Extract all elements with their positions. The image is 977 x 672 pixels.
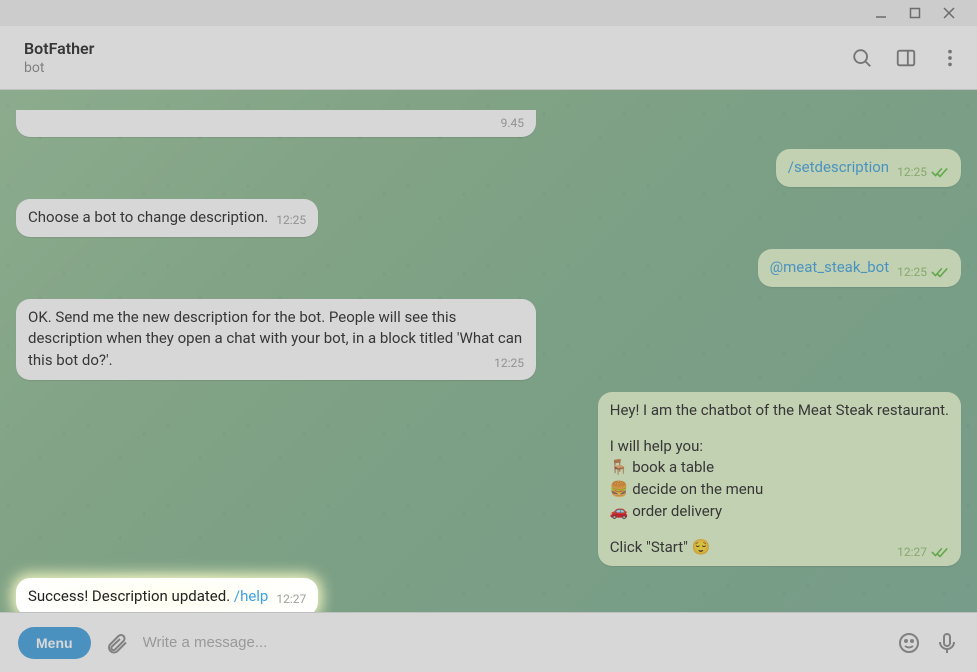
message-time: 12:25: [897, 265, 927, 279]
emoji-icon[interactable]: [897, 631, 921, 655]
message-time: 12:25: [494, 355, 524, 372]
message-bubble[interactable]: Success! Description updated. /help 12:2…: [16, 578, 318, 612]
mention-link[interactable]: @meat_steak_bot: [770, 258, 889, 276]
message-bubble[interactable]: @meat_steak_bot 12:25: [758, 249, 961, 287]
read-ticks-icon: [931, 265, 949, 279]
message-line: I will help you:: [610, 436, 949, 458]
message-input[interactable]: [143, 634, 883, 651]
chat-area[interactable]: 9.45 /setdescription 12:25 Choose a bot …: [0, 90, 977, 612]
read-ticks-icon: [931, 545, 949, 559]
chat-subtitle: bot: [24, 60, 851, 76]
input-bar: Menu: [0, 612, 977, 672]
message-partial: 9.45: [16, 110, 961, 137]
window-controls: [0, 0, 977, 26]
message-bubble[interactable]: Choose a bot to change description. 12:2…: [16, 199, 318, 237]
message-text: Success! Description updated.: [28, 587, 234, 605]
attach-icon[interactable]: [105, 631, 129, 655]
message-line: Hey! I am the chatbot of the Meat Steak …: [610, 400, 949, 422]
close-icon[interactable]: [943, 7, 955, 19]
menu-button[interactable]: Menu: [18, 627, 91, 659]
minimize-icon[interactable]: [875, 7, 887, 19]
read-ticks-icon: [931, 165, 949, 179]
message-time: 9.45: [501, 115, 524, 132]
message-row-highlighted: Success! Description updated. /help 12:2…: [16, 578, 961, 612]
more-icon[interactable]: [939, 47, 961, 69]
message-text: Choose a bot to change description.: [28, 208, 268, 226]
message-bubble[interactable]: OK. Send me the new description for the …: [16, 299, 536, 380]
message-row: Hey! I am the chatbot of the Meat Steak …: [16, 392, 961, 567]
message-time: 12:25: [276, 212, 306, 229]
message-row: OK. Send me the new description for the …: [16, 299, 961, 380]
search-icon[interactable]: [851, 47, 873, 69]
message-line: 🚗 order delivery: [610, 501, 949, 523]
command-link[interactable]: /setdescription: [788, 158, 889, 176]
message-bubble[interactable]: /setdescription 12:25: [776, 149, 961, 187]
mic-icon[interactable]: [935, 631, 959, 655]
message-row: /setdescription 12:25: [16, 149, 961, 187]
message-text: OK. Send me the new description for the …: [28, 308, 522, 370]
chat-title[interactable]: BotFather: [24, 39, 851, 58]
message-row: @meat_steak_bot 12:25: [16, 249, 961, 287]
message-row: Choose a bot to change description. 12:2…: [16, 199, 961, 237]
command-link[interactable]: /help: [234, 587, 268, 605]
message-time: 12:27: [276, 591, 306, 608]
message-bubble[interactable]: Hey! I am the chatbot of the Meat Steak …: [598, 392, 961, 567]
message-line: Click "Start" 😌: [610, 538, 711, 556]
sidepanel-icon[interactable]: [895, 47, 917, 69]
message-time: 12:27: [897, 545, 927, 559]
message-time: 12:25: [897, 165, 927, 179]
message-line: 🪑 book a table: [610, 457, 949, 479]
chat-header: BotFather bot: [0, 26, 977, 90]
message-line: 🍔 decide on the menu: [610, 479, 949, 501]
maximize-icon[interactable]: [909, 7, 921, 19]
